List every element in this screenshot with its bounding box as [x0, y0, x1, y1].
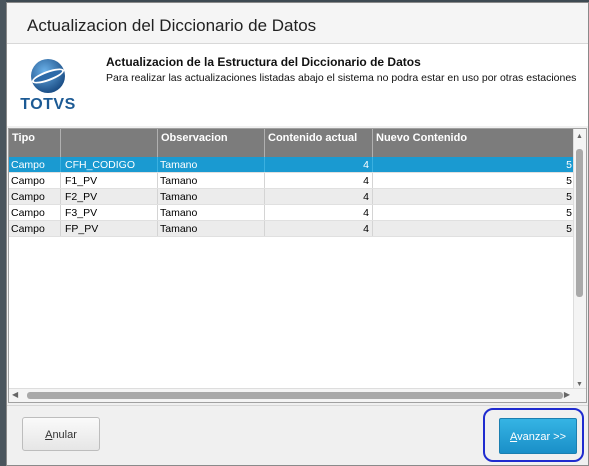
cell-contenido-actual: 4 [265, 157, 373, 172]
column-header-contenido-actual[interactable]: Contenido actual [265, 129, 373, 157]
cell-campo: F3_PV [61, 205, 158, 220]
cell-campo: CFH_CODIGO [61, 157, 158, 172]
footer-divider [7, 405, 588, 406]
totvs-logo: TOTVS [19, 56, 77, 116]
logo-text: TOTVS [20, 96, 76, 113]
horizontal-scroll-thumb[interactable] [27, 392, 563, 399]
avanzar-label: vanzar >> [517, 431, 567, 443]
cell-nuevo-contenido: 5 [566, 191, 572, 203]
wizard-header: TOTVS Actualizacion de la Estructura del… [7, 44, 588, 126]
anular-label: nular [52, 429, 77, 441]
cell-nuevo-contenido: 5 [566, 207, 572, 219]
vertical-scroll-thumb[interactable] [576, 149, 583, 297]
column-header-campo[interactable] [61, 129, 158, 157]
table-row[interactable]: Campo FP_PV Tamano 4 5 [9, 221, 575, 237]
cell-contenido-actual: 4 [265, 205, 373, 220]
scroll-left-icon[interactable]: ◀ [12, 390, 18, 399]
column-header-observacion[interactable]: Observacion [158, 129, 265, 157]
scroll-right-icon[interactable]: ▶ [564, 390, 570, 399]
dialog-title: Actualizacion del Diccionario de Datos [27, 16, 317, 35]
header-subtitle: Para realizar las actualizaciones listad… [106, 72, 577, 84]
cell-tipo: Campo [9, 189, 61, 204]
cell-observacion: Tamano [158, 221, 265, 236]
cell-contenido-actual: 4 [265, 189, 373, 204]
header-title: Actualizacion de la Estructura del Dicci… [106, 55, 421, 69]
scroll-down-icon[interactable]: ▼ [576, 381, 583, 388]
table-row[interactable]: Campo F1_PV Tamano 4 5 [9, 173, 575, 189]
dictionary-update-dialog: Actualizacion del Diccionario de Datos T… [6, 2, 589, 466]
cell-nuevo-contenido: 5 [566, 223, 572, 235]
table-row[interactable]: Campo F2_PV Tamano 4 5 [9, 189, 575, 205]
column-header-tipo[interactable]: Tipo [9, 129, 61, 157]
cell-nuevo-contenido: 5 [566, 159, 572, 171]
cell-tipo: Campo [9, 173, 61, 188]
table-row[interactable]: Campo F3_PV Tamano 4 5 [9, 205, 575, 221]
column-header-nuevo-contenido[interactable]: Nuevo Contenido [373, 129, 575, 157]
table-row[interactable]: Campo CFH_CODIGO Tamano 4 5 [9, 157, 575, 173]
cell-campo: FP_PV [61, 221, 158, 236]
totvs-logo-icon [31, 59, 65, 93]
cell-campo: F2_PV [61, 189, 158, 204]
changes-table[interactable]: Tipo Observacion Contenido actual Nuevo … [8, 128, 587, 403]
cell-observacion: Tamano [158, 173, 265, 188]
cell-tipo: Campo [9, 221, 61, 236]
table-header: Tipo Observacion Contenido actual Nuevo … [9, 129, 575, 157]
cell-contenido-actual: 4 [265, 221, 373, 236]
cell-campo: F1_PV [61, 173, 158, 188]
cell-tipo: Campo [9, 205, 61, 220]
scroll-up-icon[interactable]: ▲ [576, 133, 583, 140]
avanzar-button[interactable]: Avanzar >> [499, 418, 577, 454]
cell-observacion: Tamano [158, 157, 265, 172]
cell-nuevo-contenido: 5 [566, 175, 572, 187]
cell-observacion: Tamano [158, 205, 265, 220]
cell-observacion: Tamano [158, 189, 265, 204]
title-bar[interactable]: Actualizacion del Diccionario de Datos [7, 3, 588, 44]
horizontal-scrollbar[interactable]: ◀ ▶ [9, 388, 586, 402]
vertical-scrollbar[interactable]: ▲ ▼ [573, 129, 586, 390]
cell-contenido-actual: 4 [265, 173, 373, 188]
cell-tipo: Campo [9, 157, 61, 172]
anular-button[interactable]: Anular [22, 417, 100, 451]
